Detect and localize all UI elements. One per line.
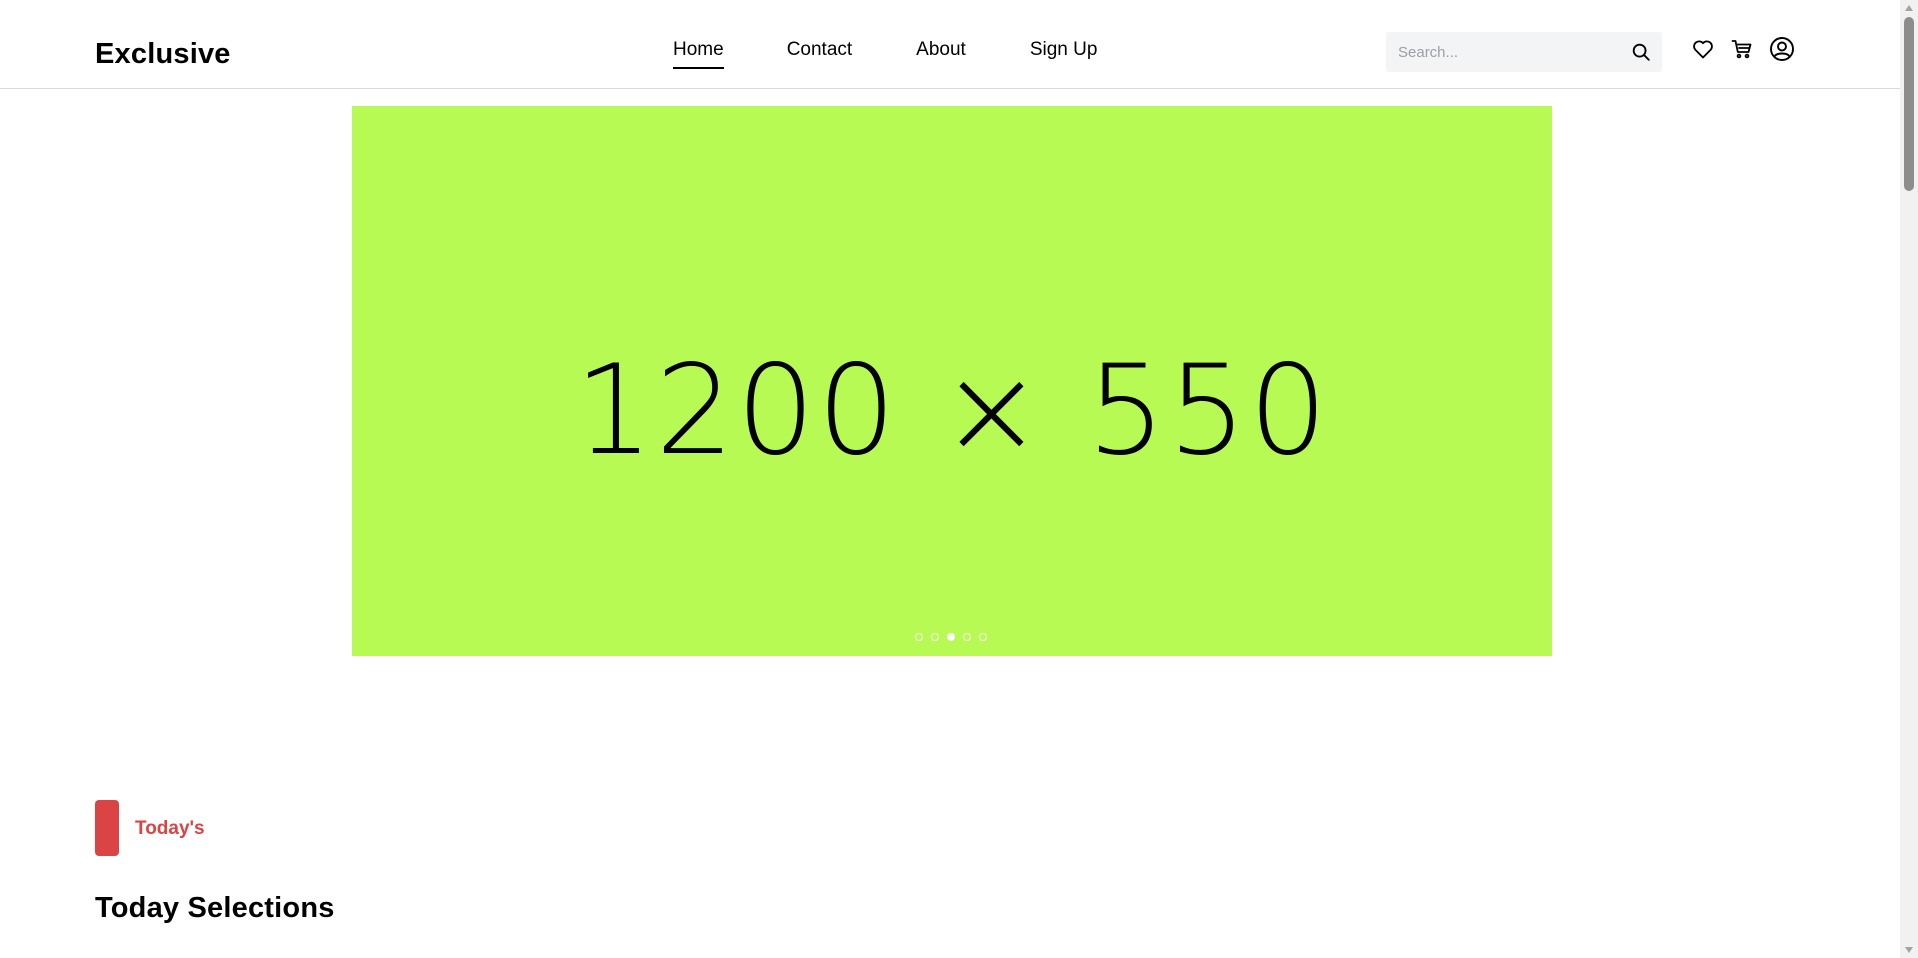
slider-dot-active[interactable] (947, 633, 955, 641)
page: Exclusive Home Contact About Sign Up Sea… (0, 0, 1918, 958)
slider-dots (915, 633, 987, 641)
hero-slider[interactable]: 1200 × 550 (352, 106, 1552, 656)
user-icon[interactable] (1769, 36, 1795, 62)
cart-icon[interactable] (1730, 37, 1754, 61)
slider-dot[interactable] (931, 633, 939, 641)
main-nav: Home Contact About Sign Up (673, 38, 1098, 69)
nav-contact-link[interactable]: Contact (787, 38, 852, 62)
slider-dot[interactable] (963, 633, 971, 641)
heart-icon[interactable] (1691, 37, 1715, 61)
search-icon[interactable] (1630, 41, 1652, 63)
slider-dot[interactable] (979, 633, 987, 641)
vertical-scrollbar[interactable] (1900, 0, 1918, 958)
site-logo[interactable]: Exclusive (95, 36, 231, 72)
nav-signup-link[interactable]: Sign Up (1030, 38, 1098, 62)
section-tag-marker (95, 800, 119, 856)
scroll-up-arrow-icon[interactable] (1905, 5, 1913, 11)
search-box (1386, 31, 1662, 73)
section-title: Today Selections (95, 892, 335, 924)
nav-about-link[interactable]: About (916, 38, 966, 62)
section-label: Today's (135, 818, 205, 839)
hero-placeholder-text: 1200 × 550 (574, 339, 1330, 483)
nav-home-link[interactable]: Home (673, 38, 724, 69)
search-input[interactable] (1386, 31, 1620, 73)
site-header: Exclusive Home Contact About Sign Up (0, 0, 1900, 89)
scroll-down-arrow-icon[interactable] (1905, 947, 1913, 953)
slider-dot[interactable] (915, 633, 923, 641)
scroll-thumb[interactable] (1904, 17, 1914, 191)
